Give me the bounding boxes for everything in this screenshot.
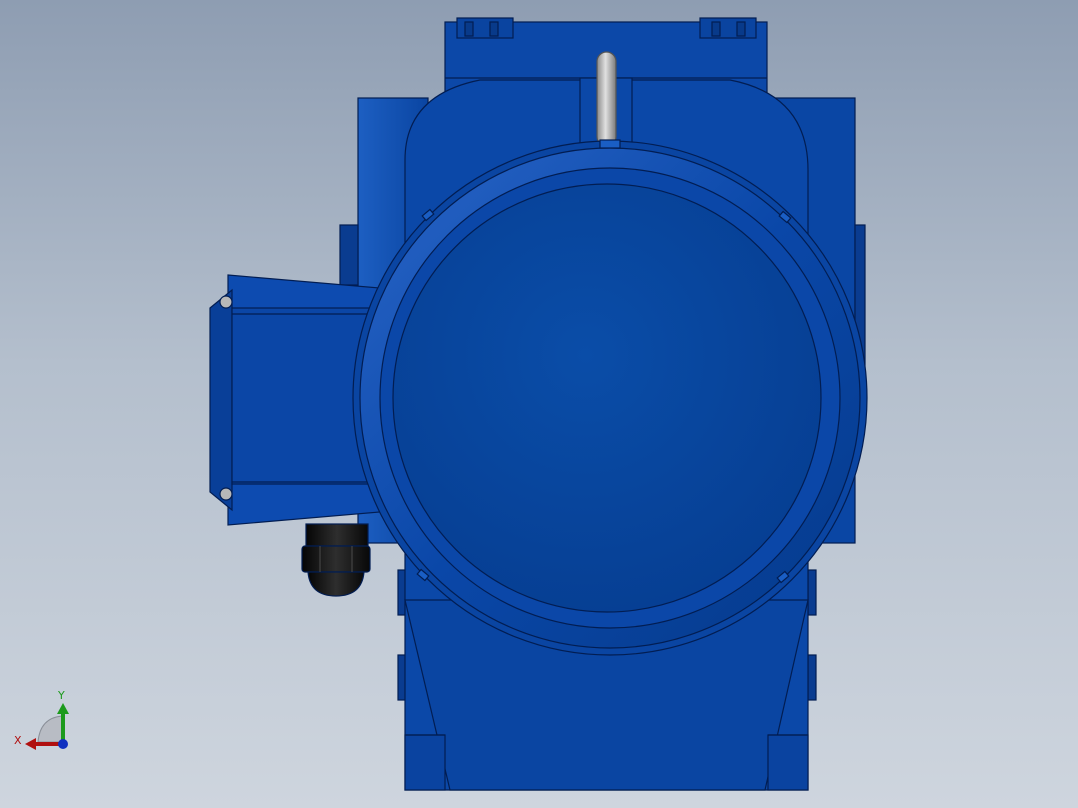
cable-gland[interactable] xyxy=(301,523,371,597)
motor-end-cover xyxy=(392,183,822,613)
z-axis-dot xyxy=(58,739,68,749)
x-axis-arrow xyxy=(25,738,36,750)
y-axis-label: Y xyxy=(57,689,65,702)
coordinate-triad: Y X xyxy=(14,689,69,750)
x-axis-label: X xyxy=(14,734,22,747)
graphics-viewport[interactable]: Y X xyxy=(0,0,1078,808)
part-model[interactable]: Y X xyxy=(0,0,1078,808)
y-axis-arrow xyxy=(57,703,69,714)
